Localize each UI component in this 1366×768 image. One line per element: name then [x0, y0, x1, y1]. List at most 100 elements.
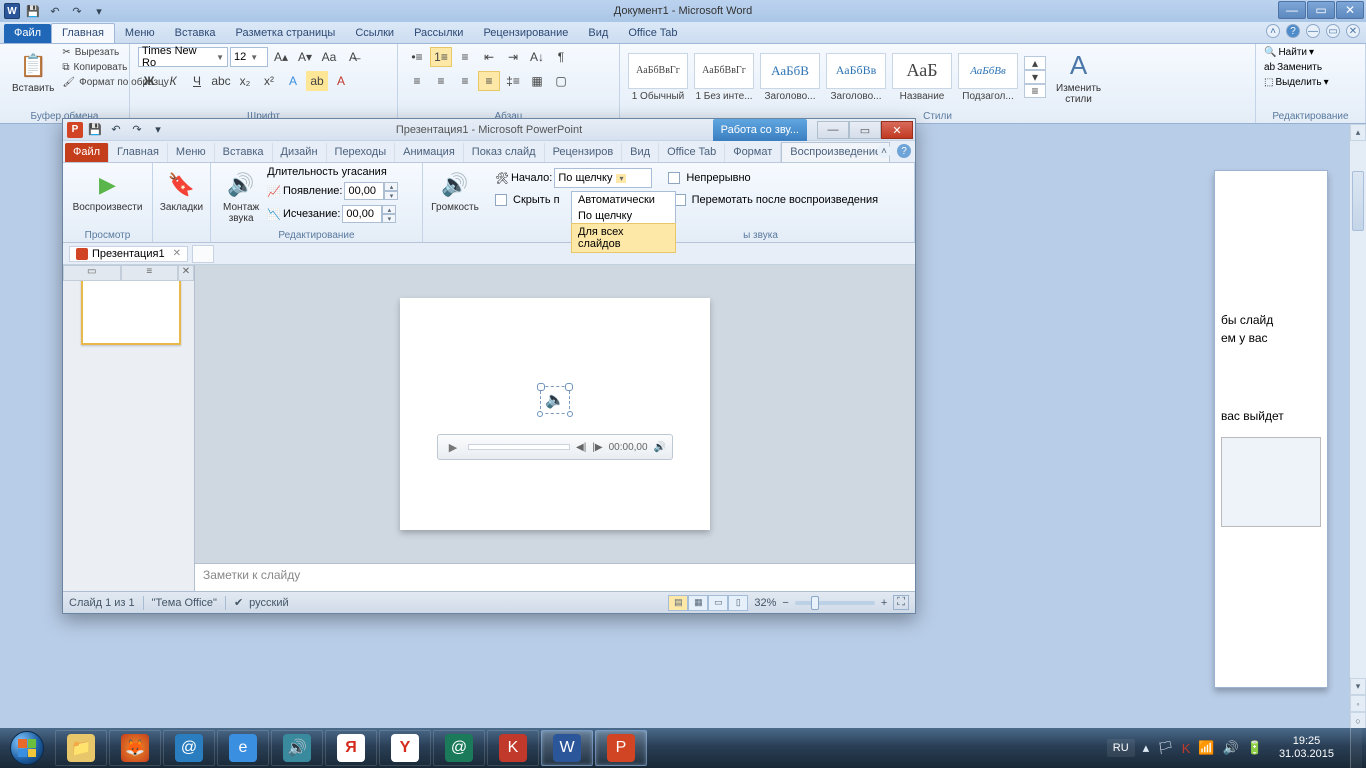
media-volume[interactable]: 🔊 — [654, 442, 666, 453]
fadeout-spinner[interactable]: ▴▾ — [342, 204, 396, 224]
multilevel[interactable]: ≡ — [454, 47, 476, 67]
shading[interactable]: ▦ — [526, 71, 548, 91]
qat-redo[interactable]: ↷ — [68, 3, 86, 19]
word-close-doc-controls[interactable]: — — [1306, 24, 1320, 38]
pp-tab-officetab[interactable]: Office Tab — [659, 143, 725, 162]
tray-battery-icon[interactable]: 🔋 — [1247, 740, 1263, 756]
font-name-combo[interactable]: Times New Ro▼ — [138, 47, 228, 67]
pp-tab-menu[interactable]: Меню — [168, 143, 215, 162]
align-right[interactable]: ≡ — [454, 71, 476, 91]
word-maximize[interactable]: ▭ — [1307, 1, 1335, 19]
pp-minimize[interactable]: — — [817, 121, 849, 139]
qat-customize[interactable]: ▾ — [90, 3, 108, 19]
pp-tab-home[interactable]: Главная — [109, 143, 168, 162]
task-word[interactable]: W — [541, 730, 593, 766]
strike[interactable]: abc — [210, 71, 232, 91]
pp-lang[interactable]: русский — [249, 597, 288, 609]
pp-fit-window[interactable]: ⛶ — [893, 595, 909, 610]
media-track[interactable] — [468, 444, 570, 450]
pp-qat-undo[interactable]: ↶ — [107, 122, 125, 138]
input-lang[interactable]: RU — [1107, 739, 1135, 757]
tray-flag-icon[interactable]: 🏳 — [1157, 740, 1174, 756]
change-styles[interactable]: AИзменить стили — [1052, 47, 1105, 107]
qat-undo[interactable]: ↶ — [46, 3, 64, 19]
prev-page[interactable]: ◦ — [1350, 695, 1366, 712]
font-color[interactable]: A — [330, 71, 352, 91]
show-marks[interactable]: ¶ — [550, 47, 572, 67]
dropdown-item-allslides[interactable]: Для всех слайдов — [571, 223, 676, 253]
align-justify[interactable]: ≡ — [478, 71, 500, 91]
task-yandex[interactable]: Я — [325, 730, 377, 766]
underline[interactable]: Ч — [186, 71, 208, 91]
media-play-button[interactable]: ▶ — [444, 438, 462, 456]
styles-up[interactable]: ▴ — [1024, 56, 1046, 70]
line-spacing[interactable]: ‡≡ — [502, 71, 524, 91]
pp-minimize-ribbon[interactable]: ˄ — [877, 144, 891, 158]
pp-tab-animations[interactable]: Анимация — [395, 143, 464, 162]
view-normal[interactable]: ▤ — [668, 595, 688, 611]
pp-help[interactable]: ? — [897, 144, 911, 158]
shrink-font[interactable]: A▾ — [294, 47, 316, 67]
view-sorter[interactable]: ▦ — [688, 595, 708, 611]
pp-maximize[interactable]: ▭ — [849, 121, 881, 139]
pp-qat-redo[interactable]: ↷ — [128, 122, 146, 138]
browse-object[interactable]: ○ — [1350, 712, 1366, 729]
sort[interactable]: A↓ — [526, 47, 548, 67]
subscript[interactable]: x₂ — [234, 71, 256, 91]
start-dropdown[interactable]: По щелчку▾ — [554, 168, 652, 188]
pp-qat-customize[interactable]: ▾ — [149, 122, 167, 138]
task-speaker[interactable]: 🔊 — [271, 730, 323, 766]
dropdown-item-auto[interactable]: Автоматически — [572, 192, 675, 208]
pp-titlebar[interactable]: P 💾 ↶ ↷ ▾ Презентация1 - Microsoft Power… — [63, 119, 915, 141]
word-tab-review[interactable]: Рецензирование — [473, 24, 578, 43]
media-next[interactable]: |▶ — [592, 442, 602, 453]
qat-save[interactable]: 💾 — [24, 3, 42, 19]
task-explorer[interactable]: 📁 — [55, 730, 107, 766]
word-tab-officetab[interactable]: Office Tab — [618, 24, 687, 43]
grow-font[interactable]: A▴ — [270, 47, 292, 67]
slide-indicator[interactable]: Слайд 1 из 1 — [69, 597, 135, 609]
pp-spellcheck-icon[interactable]: ✔ — [234, 596, 243, 609]
play-preview-button[interactable]: ▶Воспроизвести — [69, 166, 147, 215]
word-help[interactable]: ? — [1286, 24, 1300, 38]
align-left[interactable]: ≡ — [406, 71, 428, 91]
scroll-up[interactable]: ▴ — [1350, 124, 1366, 141]
clear-formatting[interactable]: A̶ — [342, 47, 364, 67]
tray-kaspersky-icon[interactable]: K — [1182, 741, 1191, 756]
new-tab-button[interactable] — [192, 245, 214, 263]
inc-indent[interactable]: ⇥ — [502, 47, 524, 67]
pp-tab-view[interactable]: Вид — [622, 143, 659, 162]
word-tab-file[interactable]: Файл — [4, 24, 51, 43]
borders[interactable]: ▢ — [550, 71, 572, 91]
task-ie[interactable]: e — [217, 730, 269, 766]
replace-button[interactable]: ab Заменить — [1264, 62, 1322, 73]
hide-checkbox[interactable] — [495, 194, 507, 206]
tray-show-hidden[interactable]: ▴ — [1143, 740, 1150, 756]
bookmarks-button[interactable]: 🔖Закладки — [156, 166, 207, 215]
slides-tab[interactable]: ▭ — [63, 265, 121, 281]
word-tab-view[interactable]: Вид — [578, 24, 618, 43]
trim-audio-button[interactable]: 🔊Монтаж звука — [219, 166, 263, 226]
notes-pane[interactable]: Заметки к слайду — [195, 563, 915, 591]
dropdown-item-click[interactable]: По щелчку — [572, 208, 675, 224]
pp-close[interactable]: ✕ — [881, 121, 913, 139]
pp-tab-file[interactable]: Файл — [65, 143, 109, 162]
pp-tab-transitions[interactable]: Переходы — [327, 143, 396, 162]
clock[interactable]: 19:25 31.03.2015 — [1271, 735, 1342, 761]
dec-indent[interactable]: ⇤ — [478, 47, 500, 67]
style-heading2[interactable]: АаБбВвЗаголово... — [826, 53, 886, 102]
start-button[interactable] — [0, 728, 54, 768]
styles-down[interactable]: ▾ — [1024, 70, 1046, 84]
view-slideshow[interactable]: ▯ — [728, 595, 748, 611]
select-button[interactable]: ⬚ Выделить ▾ — [1264, 77, 1329, 88]
change-case[interactable]: Aa — [318, 47, 340, 67]
italic[interactable]: К — [162, 71, 184, 91]
task-mail[interactable]: @ — [163, 730, 215, 766]
tray-volume-icon[interactable]: 🔊 — [1223, 740, 1239, 756]
paste-button[interactable]: 📋 Вставить — [8, 47, 58, 96]
word-close[interactable]: ✕ — [1336, 1, 1364, 19]
volume-button[interactable]: 🔊Громкость — [427, 166, 483, 215]
pp-zoom-out[interactable]: − — [782, 597, 788, 609]
pp-zoom-slider[interactable] — [795, 601, 875, 605]
word-vertical-scrollbar[interactable]: ▴ ▾ ◦ ○ ◦ — [1349, 124, 1366, 746]
